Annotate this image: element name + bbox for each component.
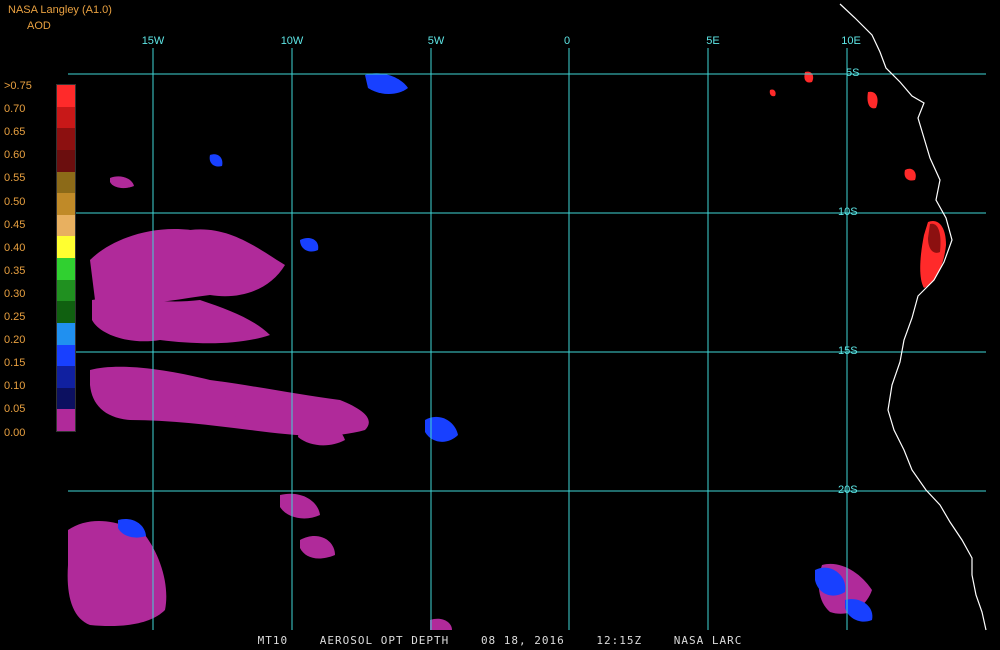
colorbar-label: 0.30 xyxy=(4,287,26,300)
colorbar-label: 0.20 xyxy=(4,334,26,347)
colorbar-swatch xyxy=(57,322,75,345)
colorbar-swatch xyxy=(57,106,75,129)
caption-agency: NASA LARC xyxy=(673,634,743,647)
lon-label-0: 0 xyxy=(563,35,571,47)
lat-label-15s: 15S xyxy=(838,345,858,357)
colorbar-label: 0.40 xyxy=(4,241,26,254)
colorbar-swatch xyxy=(57,171,75,194)
colorbar-swatch xyxy=(57,366,75,388)
colorbar-swatch xyxy=(57,236,75,258)
caption-time: 12:15Z xyxy=(596,634,643,647)
colorbar-swatch xyxy=(57,85,75,107)
colorbar-label: 0.25 xyxy=(4,311,26,323)
lon-label-5w: 5W xyxy=(427,35,445,47)
lon-label-10w: 10W xyxy=(280,35,304,47)
colorbar-swatch xyxy=(57,149,75,172)
lon-label-10e: 10E xyxy=(841,35,861,47)
colorbar-label: 0.00 xyxy=(4,426,26,439)
aerosol-blue-patches xyxy=(118,73,873,622)
africa-coastline xyxy=(839,3,987,631)
colorbar-swatch xyxy=(57,387,75,410)
aod-colorbar xyxy=(56,84,76,432)
colorbar-swatch xyxy=(57,214,75,237)
colorbar-label: 0.35 xyxy=(4,264,26,277)
colorbar-label: 0.60 xyxy=(4,149,26,162)
colorbar-swatch xyxy=(57,409,75,431)
lat-label-20s: 20S xyxy=(838,484,858,496)
caption-date: 08 18, 2016 xyxy=(480,634,565,647)
colorbar-label: 0.55 xyxy=(4,172,26,185)
colorbar-swatch xyxy=(57,301,75,323)
colorbar-label: 0.45 xyxy=(4,218,26,231)
satellite-map-view: NASA Langley (A1.0) AOD 15W 10W 5W 0 5E … xyxy=(0,0,1000,650)
colorbar-label: 0.65 xyxy=(4,126,26,139)
colorbar-swatch xyxy=(57,258,75,280)
colorbar-swatch xyxy=(57,193,75,215)
lat-label-5s: 5S xyxy=(846,67,860,79)
colorbar-label: 0.05 xyxy=(4,403,26,416)
colorbar-label: >0.75 xyxy=(4,80,32,92)
caption-sensor: MT10 xyxy=(257,634,289,647)
caption-product: AEROSOL OPT DEPTH xyxy=(319,634,450,647)
colorbar-swatch xyxy=(57,279,75,302)
colorbar-label: 0.15 xyxy=(4,357,26,370)
aerosol-low-patches xyxy=(67,176,872,630)
colorbar-swatch xyxy=(57,128,75,150)
lat-label-10s: 10S xyxy=(838,206,858,218)
map-canvas xyxy=(67,3,987,631)
colorbar-swatch xyxy=(57,344,75,367)
lon-label-15w: 15W xyxy=(141,35,165,47)
lon-label-5e: 5E xyxy=(706,35,720,47)
colorbar-label: 0.10 xyxy=(4,380,26,393)
image-caption: MT10 AEROSOL OPT DEPTH 08 18, 2016 12:15… xyxy=(0,634,1000,647)
colorbar-label: 0.50 xyxy=(4,195,26,208)
colorbar-label: 0.70 xyxy=(4,103,26,116)
aerosol-high-patches xyxy=(769,71,946,288)
